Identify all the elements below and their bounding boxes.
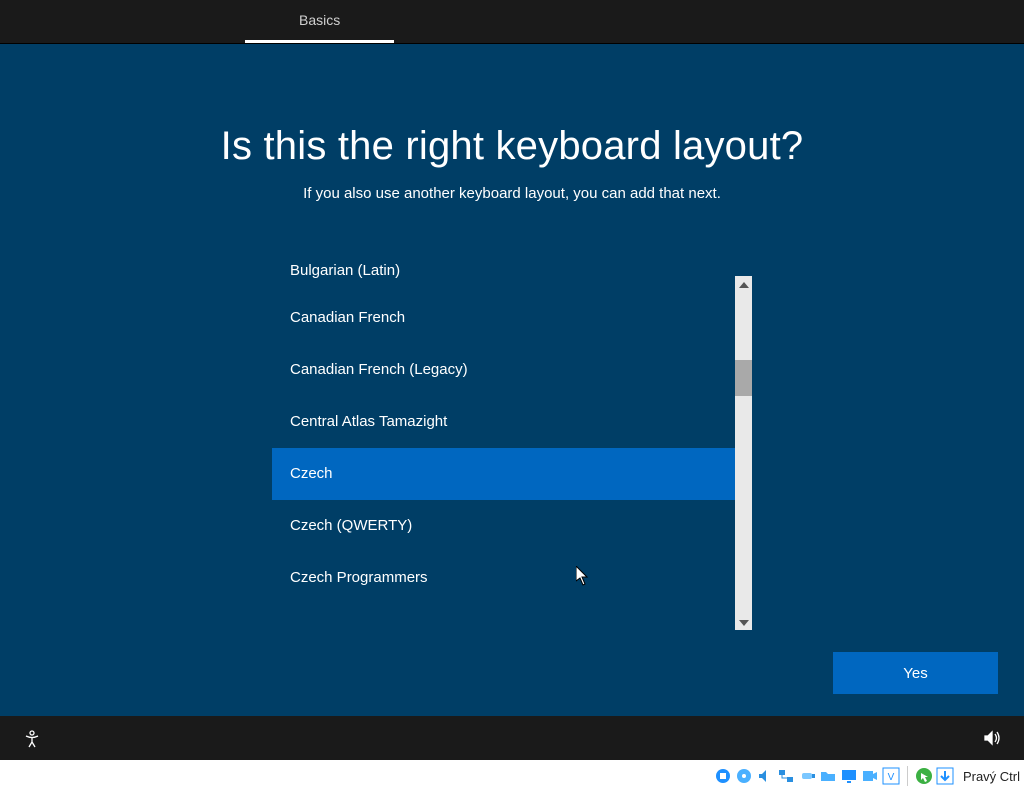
bottom-bar (0, 716, 1024, 760)
layout-option[interactable]: Canadian French (272, 292, 735, 344)
oobe-screen: Basics Is this the right keyboard layout… (0, 0, 1024, 760)
layout-option-selected[interactable]: Czech (272, 448, 735, 500)
layout-option[interactable]: Canadian French (Legacy) (272, 344, 735, 396)
display-icon[interactable] (840, 767, 858, 785)
layout-option[interactable]: Bulgarian (Latin) (272, 262, 735, 292)
scrollbar-thumb[interactable] (735, 360, 752, 396)
mouse-integration-icon[interactable] (915, 767, 933, 785)
keyboard-capture-icon[interactable] (936, 767, 954, 785)
page-subtitle: If you also use another keyboard layout,… (0, 185, 1024, 202)
volume-icon[interactable] (982, 728, 1002, 748)
yes-button[interactable]: Yes (833, 652, 998, 694)
ease-of-access-icon[interactable] (22, 728, 42, 748)
scroll-down-button[interactable] (735, 614, 752, 630)
tab-bar: Basics (0, 0, 1024, 44)
disk-icon[interactable] (714, 767, 732, 785)
keyboard-layout-list: Bulgarian (Latin) Canadian French Canadi… (272, 262, 752, 630)
layout-option[interactable]: Czech Programmers (272, 552, 735, 604)
optical-disc-icon[interactable] (735, 767, 753, 785)
shared-folder-icon[interactable] (819, 767, 837, 785)
network-icon[interactable] (777, 767, 795, 785)
scroll-up-button[interactable] (735, 276, 752, 293)
vm-host-statusbar: V Pravý Ctrl (0, 760, 1024, 794)
svg-text:V: V (888, 772, 895, 783)
recording-icon[interactable] (861, 767, 879, 785)
heading-block: Is this the right keyboard layout? If yo… (0, 124, 1024, 202)
tab-basics[interactable]: Basics (245, 0, 394, 43)
usb-icon[interactable] (798, 767, 816, 785)
vm-badge-icon[interactable]: V (882, 767, 900, 785)
layout-option[interactable]: Central Atlas Tamazight (272, 396, 735, 448)
layout-option[interactable]: Czech (QWERTY) (272, 500, 735, 552)
audio-icon[interactable] (756, 767, 774, 785)
scrollbar (735, 276, 752, 630)
page-title: Is this the right keyboard layout? (0, 124, 1024, 169)
host-key-label: Pravý Ctrl (963, 769, 1020, 784)
separator (907, 766, 908, 786)
